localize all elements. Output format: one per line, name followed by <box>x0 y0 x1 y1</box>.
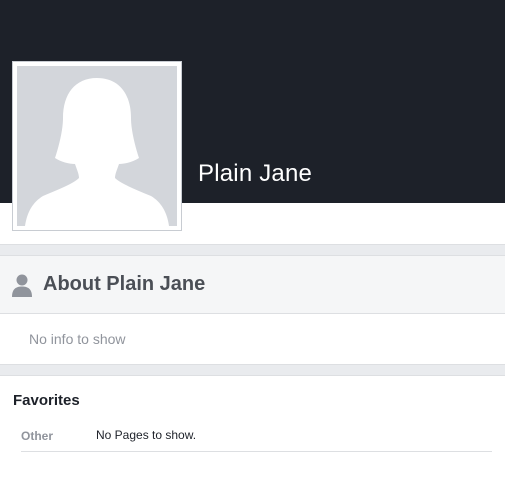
person-icon <box>12 274 32 297</box>
about-title[interactable]: About Plain Jane <box>43 273 205 296</box>
profile-name[interactable]: Plain Jane <box>198 160 312 188</box>
section-divider <box>0 364 505 376</box>
favorites-row-label: Other <box>21 429 54 443</box>
about-empty-text: No info to show <box>29 331 126 347</box>
about-section-header: About Plain Jane <box>0 256 505 314</box>
favorites-row-divider <box>21 451 492 452</box>
default-avatar-female-icon <box>17 66 177 226</box>
favorites-row-value: No Pages to show. <box>96 428 197 442</box>
profile-picture[interactable] <box>12 61 182 231</box>
section-divider <box>0 244 505 256</box>
favorites-title: Favorites <box>13 392 80 409</box>
